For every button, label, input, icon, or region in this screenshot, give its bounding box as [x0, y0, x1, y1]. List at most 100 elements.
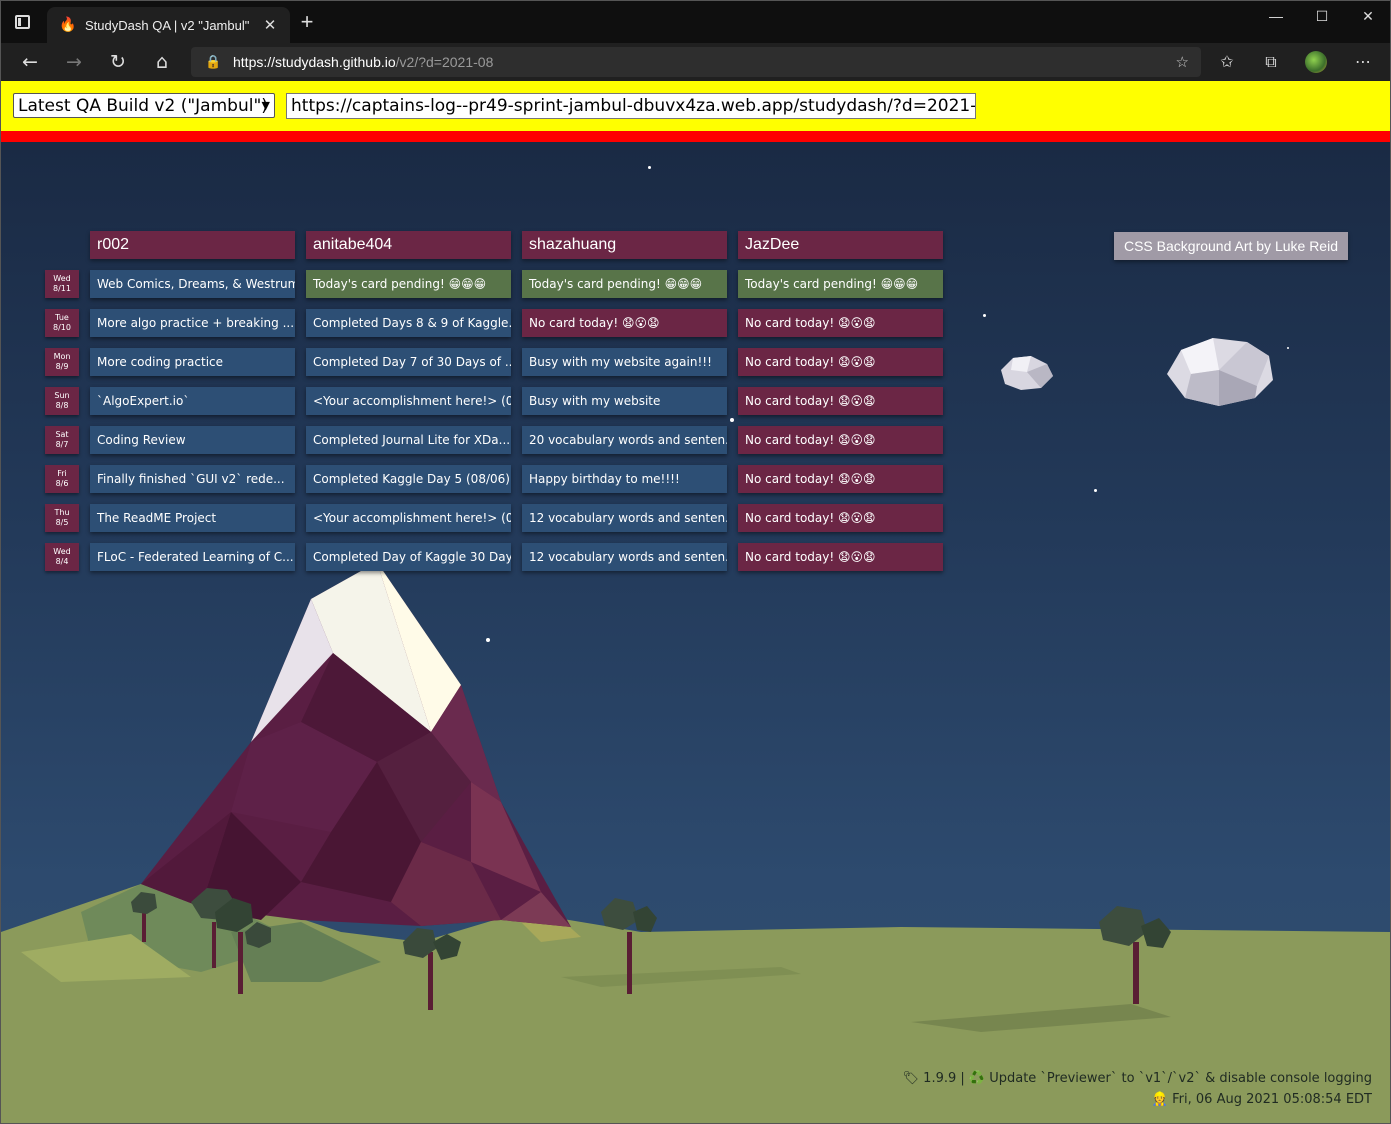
- study-card[interactable]: Today's card pending! 😁😁😁: [306, 270, 511, 298]
- credit-prefix: CSS Background Art by: [1123, 238, 1275, 254]
- day-of-week: Wed: [53, 274, 71, 283]
- background-credit: CSS Background Art by Luke Reid: [1114, 232, 1348, 260]
- day-date: 8/7: [55, 440, 69, 449]
- url-path: /v2/?d=2021-08: [395, 54, 494, 70]
- study-card[interactable]: Completed Journal Lite for XDa...: [306, 426, 511, 454]
- day-of-week: Wed: [53, 547, 71, 556]
- close-window-button[interactable]: ✕: [1345, 1, 1390, 31]
- study-card[interactable]: Today's card pending! 😁😁😁: [522, 270, 727, 298]
- maximize-button[interactable]: ☐: [1299, 1, 1345, 31]
- back-icon[interactable]: ←: [16, 49, 44, 75]
- study-card[interactable]: 12 vocabulary words and senten...: [522, 504, 727, 532]
- study-card[interactable]: Busy with my website: [522, 387, 727, 415]
- preview-url-field[interactable]: https://captains-log--pr49-sprint-jambul…: [286, 93, 976, 119]
- day-of-week: Tue: [55, 313, 69, 322]
- page-content: Latest QA Build v2 ("Jambul") ▼ https://…: [1, 81, 1390, 1123]
- minimize-button[interactable]: —: [1253, 1, 1299, 31]
- day-of-week: Thu: [54, 508, 70, 517]
- background-art: r002 anitabe404 shazahuang JazDee Wed 8/1…: [1, 142, 1390, 1123]
- mountain: [141, 562, 571, 927]
- cloud-small: [1001, 356, 1053, 390]
- day-date: 8/11: [53, 284, 71, 293]
- favicon-flame-icon: 🔥: [59, 17, 77, 33]
- day-of-week: Fri: [57, 469, 67, 478]
- day-label: Wed 8/11: [45, 270, 79, 298]
- study-card[interactable]: Coding Review: [90, 426, 295, 454]
- day-date: 8/8: [55, 401, 69, 410]
- day-date: 8/10: [53, 323, 71, 332]
- browser-window: 🔥 StudyDash QA | v2 "Jambul" ✕ + — ☐ ✕ ←…: [0, 0, 1391, 1124]
- lock-icon[interactable]: 🔒: [205, 55, 221, 70]
- address-bar[interactable]: 🔒 https://studydash.github.io /v2/?d=202…: [191, 47, 1201, 77]
- study-card[interactable]: No card today! 😧😮😧: [738, 348, 943, 376]
- day-label: Wed 8/4: [45, 543, 79, 571]
- favorites-icon[interactable]: ✩: [1215, 51, 1239, 73]
- study-card[interactable]: 20 vocabulary words and senten...: [522, 426, 727, 454]
- url-host: https://studydash.github.io: [233, 54, 396, 70]
- build-select-value: Latest QA Build v2 ("Jambul"): [18, 95, 268, 116]
- study-card[interactable]: <Your accomplishment here!> (0...: [306, 504, 511, 532]
- study-card[interactable]: No card today! 😧😮😧: [738, 543, 943, 571]
- day-of-week: Sun: [54, 391, 70, 400]
- day-of-week: Sat: [55, 430, 69, 439]
- study-card[interactable]: No card today! 😧😮😧: [738, 426, 943, 454]
- day-label: Mon 8/9: [45, 348, 79, 376]
- study-card[interactable]: No card today! 😧😮😧: [738, 309, 943, 337]
- refresh-icon[interactable]: ↻: [104, 49, 132, 75]
- study-card[interactable]: 12 vocabulary words and senten...: [522, 543, 727, 571]
- more-icon[interactable]: ⋯: [1351, 51, 1375, 73]
- study-card[interactable]: No card today! 😧😮😧: [738, 465, 943, 493]
- study-card[interactable]: Completed Kaggle Day 5 (08/06): [306, 465, 511, 493]
- day-date: 8/6: [55, 479, 69, 488]
- day-date: 8/5: [55, 518, 69, 527]
- build-select[interactable]: Latest QA Build v2 ("Jambul") ▼: [13, 93, 275, 118]
- study-card[interactable]: Completed Day of Kaggle 30 Day...: [306, 543, 511, 571]
- chevron-down-icon: ▼: [261, 99, 270, 112]
- day-label: Thu 8/5: [45, 504, 79, 532]
- study-card[interactable]: Completed Days 8 & 9 of Kaggle...: [306, 309, 511, 337]
- study-card[interactable]: Completed Day 7 of 30 Days of ...: [306, 348, 511, 376]
- version-line: 🏷 1.9.9 | ♻️ Update `Previewer` to `v1`/…: [902, 1071, 1372, 1086]
- credit-author-link[interactable]: Luke Reid: [1275, 238, 1338, 254]
- day-date: 8/4: [55, 557, 69, 566]
- study-card[interactable]: <Your accomplishment here!> (0...: [306, 387, 511, 415]
- day-of-week: Mon: [53, 352, 71, 361]
- study-card[interactable]: `AlgoExpert.io`: [90, 387, 295, 415]
- study-card[interactable]: The ReadME Project: [90, 504, 295, 532]
- add-favorite-icon[interactable]: ☆: [1176, 53, 1189, 71]
- column-header-user: JazDee: [738, 231, 943, 259]
- qa-toolbar: Latest QA Build v2 ("Jambul") ▼ https://…: [1, 81, 1390, 142]
- collections-icon[interactable]: ⧉: [1259, 51, 1283, 73]
- day-label: Sun 8/8: [45, 387, 79, 415]
- cloud-large: [1167, 338, 1273, 406]
- study-card[interactable]: No card today! 😧😮😧: [738, 387, 943, 415]
- study-card[interactable]: Happy birthday to me!!!!: [522, 465, 727, 493]
- study-card[interactable]: Finally finished `GUI v2` rede...: [90, 465, 295, 493]
- active-tab[interactable]: 🔥 StudyDash QA | v2 "Jambul" ✕: [47, 7, 290, 43]
- day-label: Fri 8/6: [45, 465, 79, 493]
- address-toolbar: ← → ↻ ⌂ 🔒 https://studydash.github.io /v…: [1, 43, 1390, 81]
- column-header-user: shazahuang: [522, 231, 727, 259]
- study-card[interactable]: More algo practice + breaking ...: [90, 309, 295, 337]
- tab-strip: 🔥 StudyDash QA | v2 "Jambul" ✕ + — ☐ ✕: [1, 1, 1390, 43]
- window-menu-icon[interactable]: [11, 11, 33, 33]
- day-label: Sat 8/7: [45, 426, 79, 454]
- study-card[interactable]: Today's card pending! 😁😁😁: [738, 270, 943, 298]
- study-card[interactable]: Web Comics, Dreams, & Westrum ...: [90, 270, 295, 298]
- study-card[interactable]: No card today! 😧😮😧: [522, 309, 727, 337]
- column-header-user: anitabe404: [306, 231, 511, 259]
- home-icon[interactable]: ⌂: [148, 49, 176, 75]
- day-date: 8/9: [55, 362, 69, 371]
- forward-icon[interactable]: →: [60, 49, 88, 75]
- study-card[interactable]: No card today! 😧😮😧: [738, 504, 943, 532]
- day-label: Tue 8/10: [45, 309, 79, 337]
- tab-title: StudyDash QA | v2 "Jambul": [85, 17, 250, 33]
- study-card[interactable]: More coding practice: [90, 348, 295, 376]
- new-tab-icon[interactable]: +: [297, 11, 317, 33]
- column-header-user: r002: [90, 231, 295, 259]
- study-card[interactable]: FLoC - Federated Learning of C...: [90, 543, 295, 571]
- timestamp-line: 👷 Fri, 06 Aug 2021 05:08:54 EDT: [1151, 1092, 1372, 1107]
- study-card[interactable]: Busy with my website again!!!: [522, 348, 727, 376]
- profile-avatar[interactable]: [1305, 51, 1327, 73]
- close-tab-icon[interactable]: ✕: [262, 16, 278, 34]
